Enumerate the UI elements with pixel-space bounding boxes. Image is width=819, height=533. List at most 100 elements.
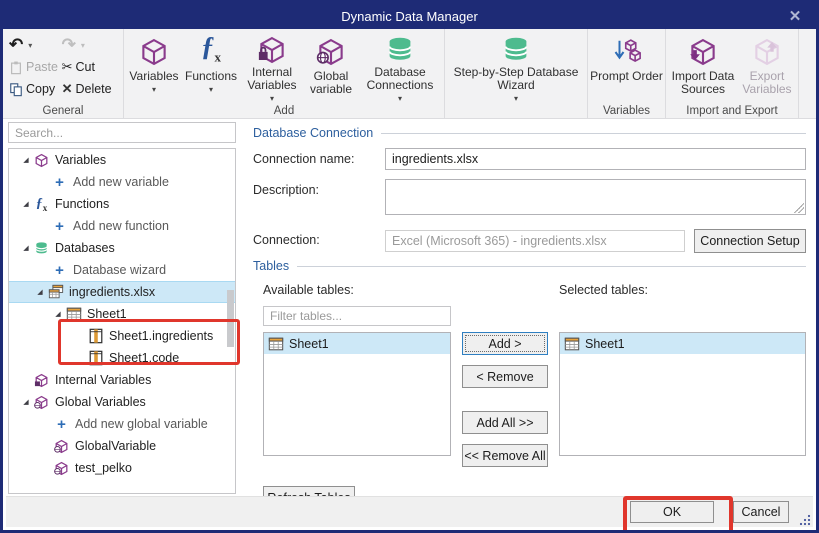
connection-string-input bbox=[385, 230, 685, 252]
add-all-button[interactable]: Add All >> bbox=[462, 411, 548, 434]
tree-scrollbar[interactable] bbox=[227, 290, 234, 347]
database-icon bbox=[501, 35, 531, 65]
expand-arrow-icon[interactable]: ◢ bbox=[19, 244, 33, 252]
delete-button[interactable]: ✕ Delete bbox=[62, 81, 117, 97]
prompt-order-button[interactable]: Prompt Order bbox=[590, 31, 663, 105]
expand-arrow-icon[interactable]: ◢ bbox=[19, 398, 33, 406]
global-variable-button[interactable]: Global variable bbox=[304, 31, 358, 105]
expand-arrow-icon[interactable]: ◢ bbox=[51, 310, 65, 318]
tree-item-databases[interactable]: ◢ Databases bbox=[9, 237, 235, 259]
cube-globe-icon bbox=[53, 438, 70, 455]
import-data-sources-label: Import Data Sources bbox=[668, 70, 738, 96]
remove-button[interactable]: < Remove bbox=[462, 365, 548, 388]
database-icon bbox=[385, 35, 415, 65]
undo-button[interactable]: ↶ ▾ bbox=[9, 38, 62, 52]
delete-label: Delete bbox=[75, 82, 111, 96]
tree-label: Add new variable bbox=[73, 175, 169, 189]
tree-item-variables[interactable]: ◢ Variables bbox=[9, 149, 235, 171]
dynamic-data-manager-dialog: Dynamic Data Manager ✕ ↶ ▾ ↷ ▾ bbox=[0, 0, 819, 533]
copy-button[interactable]: Copy bbox=[9, 82, 62, 97]
database-connections-caret-icon: ▾ bbox=[398, 92, 402, 105]
remove-all-button[interactable]: << Remove All bbox=[462, 444, 548, 467]
tree-item-sheet1-ingredients[interactable]: Sheet1.ingredients bbox=[9, 325, 235, 347]
tree-label: Sheet1.code bbox=[109, 351, 179, 365]
functions-label: Functions bbox=[185, 70, 237, 83]
group-label-add: Add bbox=[124, 105, 444, 117]
list-item-sheet1[interactable]: Sheet1 bbox=[264, 333, 450, 354]
available-tables-list[interactable]: Sheet1 bbox=[263, 332, 451, 456]
expand-arrow-icon[interactable]: ◢ bbox=[19, 200, 33, 208]
tree-item-sheet1-code[interactable]: Sheet1.code bbox=[9, 347, 235, 369]
redo-button: ↷ ▾ bbox=[62, 38, 117, 52]
prompt-order-icon bbox=[612, 35, 642, 69]
close-icon[interactable]: ✕ bbox=[782, 3, 808, 29]
tree-item-internal-variables[interactable]: Internal Variables bbox=[9, 369, 235, 391]
connection-name-label: Connection name: bbox=[253, 148, 385, 170]
table-name: Sheet1 bbox=[585, 337, 625, 351]
cut-label: Cut bbox=[75, 60, 94, 74]
paste-label: Paste bbox=[26, 60, 58, 74]
add-button[interactable]: Add > bbox=[462, 332, 548, 355]
description-textarea[interactable] bbox=[385, 179, 806, 215]
expand-arrow-icon[interactable]: ◢ bbox=[33, 288, 47, 296]
tree-label: Global Variables bbox=[55, 395, 146, 409]
title-bar[interactable]: Dynamic Data Manager ✕ bbox=[3, 3, 816, 29]
ok-button[interactable]: OK bbox=[630, 501, 714, 523]
tree-label: Variables bbox=[55, 153, 106, 167]
selected-tables-list[interactable]: Sheet1 bbox=[559, 332, 806, 456]
tree-label: Databases bbox=[55, 241, 115, 255]
filter-tables-input[interactable] bbox=[263, 306, 451, 326]
section-title-tables: Tables bbox=[253, 259, 289, 273]
cut-icon: ✂ bbox=[62, 59, 73, 75]
table-column-icon bbox=[87, 328, 104, 345]
tree-item-add-new-global-variable[interactable]: + Add new global variable bbox=[9, 413, 235, 435]
tree-label: Add new global variable bbox=[75, 417, 208, 431]
table-icon bbox=[563, 335, 580, 352]
resize-grip-icon[interactable] bbox=[794, 203, 804, 213]
tree-item-test-pelko[interactable]: test_pelko bbox=[9, 457, 235, 479]
plus-icon: + bbox=[51, 219, 68, 234]
internal-variables-button[interactable]: Internal Variables▾ bbox=[240, 31, 304, 105]
wizard-caret-icon: ▾ bbox=[514, 92, 518, 105]
copy-icon bbox=[9, 82, 23, 97]
connection-label: Connection: bbox=[253, 229, 385, 253]
connection-setup-button[interactable]: Connection Setup bbox=[694, 229, 806, 253]
list-item-sheet1[interactable]: Sheet1 bbox=[560, 333, 805, 354]
ribbon-group-general: ↶ ▾ ↷ ▾ Paste ✂ Cut bbox=[3, 29, 124, 118]
undo-caret-icon[interactable]: ▾ bbox=[28, 41, 32, 50]
resize-grip-icon[interactable] bbox=[799, 514, 811, 526]
database-connections-label: Database Connections bbox=[358, 66, 442, 92]
search-input[interactable] bbox=[8, 122, 236, 143]
expand-arrow-icon[interactable]: ◢ bbox=[19, 156, 33, 164]
cut-button[interactable]: ✂ Cut bbox=[62, 59, 117, 75]
table-stack-icon bbox=[47, 284, 64, 301]
database-connections-button[interactable]: Database Connections▾ bbox=[358, 31, 442, 105]
tree-item-functions[interactable]: ◢ ƒx Functions bbox=[9, 193, 235, 215]
tree-item-add-new-function[interactable]: + Add new function bbox=[9, 215, 235, 237]
group-label-general: General bbox=[3, 105, 123, 117]
export-variables-label: Export Variables bbox=[738, 70, 796, 96]
functions-caret-icon: ▾ bbox=[209, 83, 213, 96]
description-label: Description: bbox=[253, 179, 385, 215]
tree-item-global-variables[interactable]: ◢ Global Variables bbox=[9, 391, 235, 413]
cancel-button[interactable]: Cancel bbox=[733, 501, 789, 523]
cube-lock-icon bbox=[257, 35, 287, 65]
ribbon-group-wizard: Step-by-Step Database Wizard▾ bbox=[445, 29, 588, 118]
cube-lock-icon bbox=[33, 372, 50, 389]
tree-label: GlobalVariable bbox=[75, 439, 156, 453]
functions-button[interactable]: ƒx Functions ▾ bbox=[182, 31, 240, 105]
tree-item-globalvariable[interactable]: GlobalVariable bbox=[9, 435, 235, 457]
import-data-sources-button[interactable]: Import Data Sources bbox=[668, 31, 738, 105]
tree-item-database-wizard[interactable]: + Database wizard bbox=[9, 259, 235, 281]
tree-label: Sheet1 bbox=[87, 307, 127, 321]
available-tables-label: Available tables: bbox=[263, 283, 451, 299]
tree-item-add-new-variable[interactable]: + Add new variable bbox=[9, 171, 235, 193]
tree-item-sheet1[interactable]: ◢ Sheet1 bbox=[9, 303, 235, 325]
step-by-step-wizard-button[interactable]: Step-by-Step Database Wizard▾ bbox=[447, 31, 585, 105]
variables-button[interactable]: Variables ▾ bbox=[126, 31, 182, 105]
data-sources-sidebar: ◢ Variables + Add new variable ◢ ƒx Func… bbox=[3, 119, 245, 499]
section-divider bbox=[381, 133, 806, 134]
tree-label: test_pelko bbox=[75, 461, 132, 475]
tree-item-ingredients-xlsx[interactable]: ◢ ingredients.xlsx bbox=[9, 281, 235, 303]
connection-name-input[interactable] bbox=[385, 148, 806, 170]
